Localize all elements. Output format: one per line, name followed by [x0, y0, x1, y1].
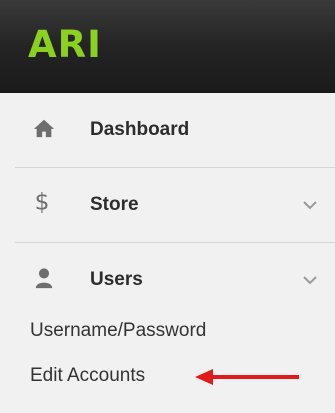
ari-logo[interactable]: ARI — [28, 26, 102, 63]
sidebar-item-label: Store — [90, 194, 139, 215]
submenu-item-username-password[interactable]: Username/Password — [30, 320, 206, 342]
dollar-icon: $ — [35, 188, 50, 216]
user-icon — [35, 268, 53, 289]
chevron-down-icon[interactable] — [303, 200, 317, 210]
sidebar-item-label: Users — [90, 269, 143, 290]
home-icon — [33, 119, 55, 138]
sidebar-item-label: Dashboard — [90, 119, 190, 140]
app-header: ARI — [0, 0, 335, 93]
sidebar-item-users[interactable]: Users — [15, 243, 335, 303]
red-arrow-annotation — [195, 369, 299, 385]
chevron-down-icon[interactable] — [303, 275, 317, 285]
sidebar-item-dashboard[interactable]: Dashboard — [15, 93, 335, 168]
svg-text:$: $ — [35, 188, 50, 216]
sidebar-item-store[interactable]: $ Store — [15, 168, 335, 243]
submenu-item-edit-accounts[interactable]: Edit Accounts — [30, 365, 145, 387]
